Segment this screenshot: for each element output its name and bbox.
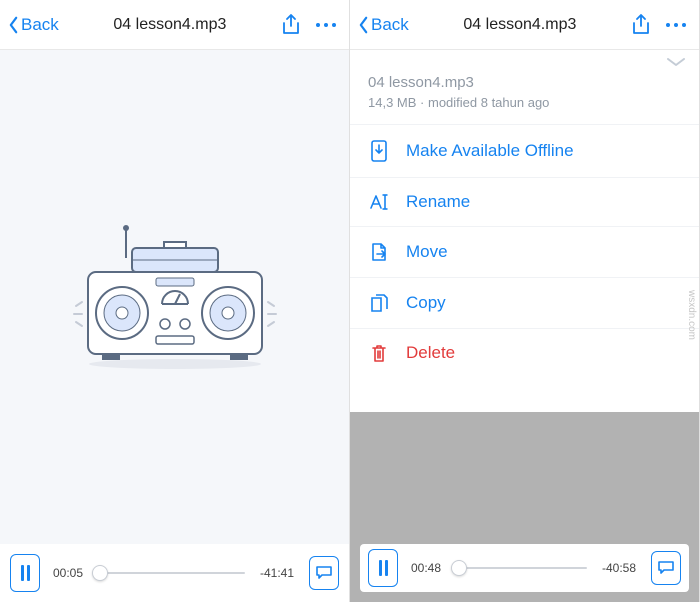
nav-actions bbox=[631, 14, 691, 36]
menu-label: Copy bbox=[406, 293, 446, 313]
pause-icon bbox=[21, 565, 30, 581]
nav-actions bbox=[281, 14, 341, 36]
back-label: Back bbox=[21, 15, 59, 35]
chevron-down-icon bbox=[665, 56, 687, 68]
menu-copy[interactable]: Copy bbox=[350, 277, 699, 328]
scrubber[interactable] bbox=[96, 565, 245, 581]
comment-icon bbox=[315, 565, 333, 581]
page-title: 04 lesson4.mp3 bbox=[63, 16, 277, 34]
back-label: Back bbox=[371, 15, 409, 35]
menu-label: Rename bbox=[406, 192, 470, 212]
nav-bar: Back 04 lesson4.mp3 bbox=[350, 0, 699, 50]
back-button[interactable]: Back bbox=[358, 15, 409, 35]
back-button[interactable]: Back bbox=[8, 15, 59, 35]
player-illustration-area bbox=[0, 50, 349, 544]
actions-panel: 04 lesson4.mp3 14,3 MB · modified 8 tahu… bbox=[350, 50, 699, 602]
elapsed-time: 00:05 bbox=[48, 566, 88, 580]
menu-make-available-offline[interactable]: Make Available Offline bbox=[350, 124, 699, 177]
menu-label: Move bbox=[406, 242, 448, 262]
collapse-button[interactable] bbox=[350, 50, 699, 68]
pause-icon bbox=[379, 560, 388, 576]
comment-button[interactable] bbox=[309, 556, 339, 590]
file-subtitle: 14,3 MB · modified 8 tahun ago bbox=[368, 95, 681, 110]
chevron-left-icon bbox=[358, 16, 369, 34]
player-screen: Back 04 lesson4.mp3 bbox=[0, 0, 350, 602]
chevron-left-icon bbox=[8, 16, 19, 34]
remaining-time: -40:58 bbox=[595, 561, 643, 575]
file-name: 04 lesson4.mp3 bbox=[368, 74, 681, 91]
file-actions-screen: Back 04 lesson4.mp3 04 lesson4.mp3 14,3 … bbox=[350, 0, 700, 602]
elapsed-time: 00:48 bbox=[406, 561, 446, 575]
pause-button[interactable] bbox=[368, 549, 398, 587]
player-controls: 00:48 -40:58 bbox=[360, 544, 689, 592]
rename-icon bbox=[368, 193, 390, 211]
comment-button[interactable] bbox=[651, 551, 681, 585]
menu-move[interactable]: Move bbox=[350, 226, 699, 277]
more-icon[interactable] bbox=[665, 22, 687, 28]
trash-icon bbox=[368, 343, 390, 363]
remaining-time: -41:41 bbox=[253, 566, 301, 580]
comment-icon bbox=[657, 560, 675, 576]
watermark: wsxdn.com bbox=[686, 290, 697, 340]
share-icon[interactable] bbox=[281, 14, 301, 36]
menu-label: Delete bbox=[406, 343, 455, 363]
pause-button[interactable] bbox=[10, 554, 40, 592]
file-meta: 04 lesson4.mp3 14,3 MB · modified 8 tahu… bbox=[350, 68, 699, 124]
nav-bar: Back 04 lesson4.mp3 bbox=[0, 0, 349, 50]
page-title: 04 lesson4.mp3 bbox=[413, 16, 627, 34]
scrubber[interactable] bbox=[454, 560, 587, 576]
menu-rename[interactable]: Rename bbox=[350, 177, 699, 226]
menu-label: Make Available Offline bbox=[406, 141, 574, 161]
menu-delete[interactable]: Delete bbox=[350, 328, 699, 377]
download-to-device-icon bbox=[368, 139, 390, 163]
action-menu: Make Available Offline Rename Move Copy bbox=[350, 124, 699, 377]
share-icon[interactable] bbox=[631, 14, 651, 36]
player-controls: 00:05 -41:41 bbox=[0, 544, 349, 602]
boombox-icon bbox=[70, 220, 280, 375]
copy-icon bbox=[368, 292, 390, 314]
move-icon bbox=[368, 241, 390, 263]
scrubber-thumb[interactable] bbox=[92, 565, 108, 581]
scrubber-thumb[interactable] bbox=[451, 560, 467, 576]
more-icon[interactable] bbox=[315, 22, 337, 28]
